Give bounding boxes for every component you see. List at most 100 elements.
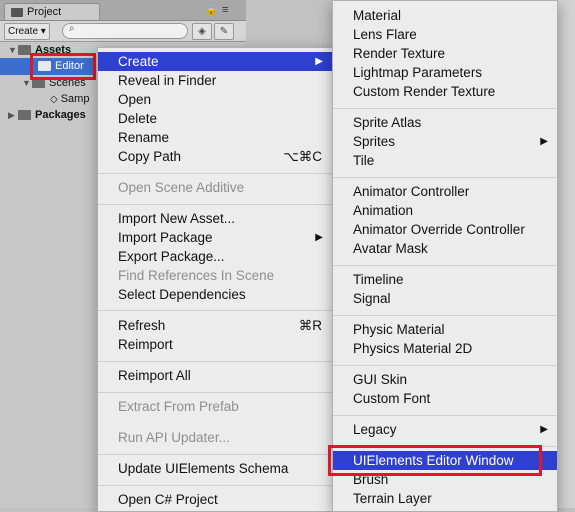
menu-item-import-package[interactable]: Import Package ▶ (98, 228, 332, 247)
menu-item-legacy[interactable]: Legacy ▶ (333, 420, 557, 439)
menu-item-label: Animator Controller (353, 184, 470, 199)
menu-item-reimport[interactable]: Reimport (98, 335, 332, 354)
annotation-box-editor (30, 53, 96, 80)
menu-item-lens-flare[interactable]: Lens Flare (333, 25, 557, 44)
menu-item-label: Legacy (353, 422, 397, 437)
menu-item-label: Run API Updater... (118, 430, 230, 445)
submenu-arrow-icon: ▶ (315, 232, 323, 243)
menu-item-label: Refresh (118, 318, 166, 333)
menu-item-extract-from-prefab: Extract From Prefab (98, 397, 332, 416)
chevron-down-icon: ▾ (40, 26, 46, 37)
menu-item-label: Reveal in Finder (118, 73, 217, 88)
menu-item-gui-skin[interactable]: GUI Skin (333, 370, 557, 389)
expand-arrow-icon[interactable]: ▼ (8, 42, 18, 58)
menu-item-label: Timeline (353, 272, 404, 287)
menu-item-label: Rename (118, 130, 170, 145)
menu-item-physic-material[interactable]: Physic Material (333, 320, 557, 339)
menu-item-signal[interactable]: Signal (333, 289, 557, 308)
create-dropdown[interactable]: Create ▾ (4, 23, 50, 40)
filter-by-type-button[interactable]: ◈ (192, 23, 212, 40)
menu-item-animation[interactable]: Animation (333, 201, 557, 220)
menu-item-sprite-atlas[interactable]: Sprite Atlas (333, 113, 557, 132)
menu-item-copy-path[interactable]: Copy Path ⌥⌘C (98, 147, 332, 166)
menu-item-label: Animation (353, 203, 414, 218)
lock-icon[interactable]: 🔒 (205, 5, 217, 16)
menu-item-avatar-mask[interactable]: Avatar Mask (333, 239, 557, 258)
menu-item-import-new-asset[interactable]: Import New Asset... (98, 209, 332, 228)
menu-item-material[interactable]: Material (333, 6, 557, 25)
menu-item-find-references-in-scene: Find References In Scene (98, 266, 332, 285)
tree-item-packages[interactable]: ▶ Packages (8, 107, 86, 123)
menu-item-label: Create (118, 54, 159, 69)
search-input[interactable]: ⌕ (62, 23, 188, 39)
menu-item-sprites[interactable]: Sprites ▶ (333, 132, 557, 151)
menu-item-refresh[interactable]: Refresh ⌘R (98, 316, 332, 335)
submenu-arrow-icon: ▶ (540, 136, 548, 147)
menu-item-custom-font[interactable]: Custom Font (333, 389, 557, 408)
menu-separator (333, 365, 557, 366)
menu-item-label: Reimport All (118, 368, 191, 383)
menu-item-label: Signal (353, 291, 391, 306)
menu-separator (98, 361, 332, 362)
menu-item-update-uielements-schema[interactable]: Update UIElements Schema (98, 459, 332, 478)
expand-arrow-icon[interactable]: ▶ (8, 107, 18, 123)
tag-icon: ✎ (219, 26, 229, 37)
menu-item-label: Select Dependencies (118, 287, 246, 302)
menu-item-label: Render Texture (353, 46, 446, 61)
menu-item-reveal-in-finder[interactable]: Reveal in Finder (98, 71, 332, 90)
context-menu: Create ▶ Reveal in Finder Open Delete Rename C… (97, 47, 333, 512)
menu-item-label: Export Package... (118, 249, 225, 264)
menu-item-label: Physics Material 2D (353, 341, 473, 356)
menu-item-animator-controller[interactable]: Animator Controller (333, 182, 557, 201)
menu-item-label: Extract From Prefab (118, 399, 239, 414)
menu-item-label: Sprites (353, 134, 396, 149)
menu-separator (98, 173, 332, 174)
menu-item-tile[interactable]: Tile (333, 151, 557, 170)
menu-item-label: Open C# Project (118, 492, 218, 507)
menu-item-label: Delete (118, 111, 158, 126)
menu-item-rename[interactable]: Rename (98, 128, 332, 147)
menu-item-open[interactable]: Open (98, 90, 332, 109)
menu-item-label: Sprite Atlas (353, 115, 422, 130)
menu-item-label: Lens Flare (353, 27, 417, 42)
submenu-arrow-icon: ▶ (540, 424, 548, 435)
menu-item-open-scene-additive: Open Scene Additive (98, 178, 332, 197)
menu-item-export-package[interactable]: Export Package... (98, 247, 332, 266)
unity-scene-icon: ◇ (50, 94, 58, 105)
menu-separator (333, 177, 557, 178)
project-tab[interactable]: Project (4, 3, 100, 20)
menu-item-lightmap-parameters[interactable]: Lightmap Parameters (333, 63, 557, 82)
filter-by-label-button[interactable]: ✎ (214, 23, 234, 40)
menu-item-label: Import Package (118, 230, 213, 245)
menu-item-animator-override-controller[interactable]: Animator Override Controller (333, 220, 557, 239)
menu-item-label: Animator Override Controller (353, 222, 525, 237)
menu-item-label: Reimport (118, 337, 173, 352)
project-tab-label: Project (27, 6, 62, 18)
panel-tab-bar: Project 🔒 ≡ (0, 0, 246, 21)
menu-separator (333, 265, 557, 266)
menu-item-create[interactable]: Create ▶ (98, 52, 332, 71)
tree-item-sample-scene[interactable]: ◇ Samp (50, 91, 89, 107)
create-submenu: Material Lens Flare Render Texture Lightmap… (332, 0, 558, 512)
menu-item-delete[interactable]: Delete (98, 109, 332, 128)
menu-item-terrain-layer[interactable]: Terrain Layer (333, 489, 557, 508)
menu-separator (98, 392, 332, 393)
menu-item-run-api-updater: Run API Updater... (98, 428, 332, 447)
menu-item-label: Find References In Scene (118, 268, 275, 283)
menu-item-custom-render-texture[interactable]: Custom Render Texture (333, 82, 557, 101)
menu-separator (98, 485, 332, 486)
tree-item-label: Samp (60, 93, 90, 105)
menu-item-timeline[interactable]: Timeline (333, 270, 557, 289)
menu-item-label: Terrain Layer (353, 491, 432, 506)
menu-separator (333, 108, 557, 109)
tree-item-label: Packages (35, 109, 86, 121)
menu-item-label: GUI Skin (353, 372, 408, 387)
menu-item-select-dependencies[interactable]: Select Dependencies (98, 285, 332, 304)
menu-item-reimport-all[interactable]: Reimport All (98, 366, 332, 385)
menu-item-render-texture[interactable]: Render Texture (333, 44, 557, 63)
menu-item-physics-material-2d[interactable]: Physics Material 2D (333, 339, 557, 358)
project-toolbar: Create ▾ ⌕ ◈ ✎ (0, 21, 246, 42)
menu-item-label: Import New Asset... (118, 211, 236, 226)
menu-item-open-c-project[interactable]: Open C# Project (98, 490, 332, 509)
panel-menu-icon[interactable]: ≡ (222, 4, 228, 16)
